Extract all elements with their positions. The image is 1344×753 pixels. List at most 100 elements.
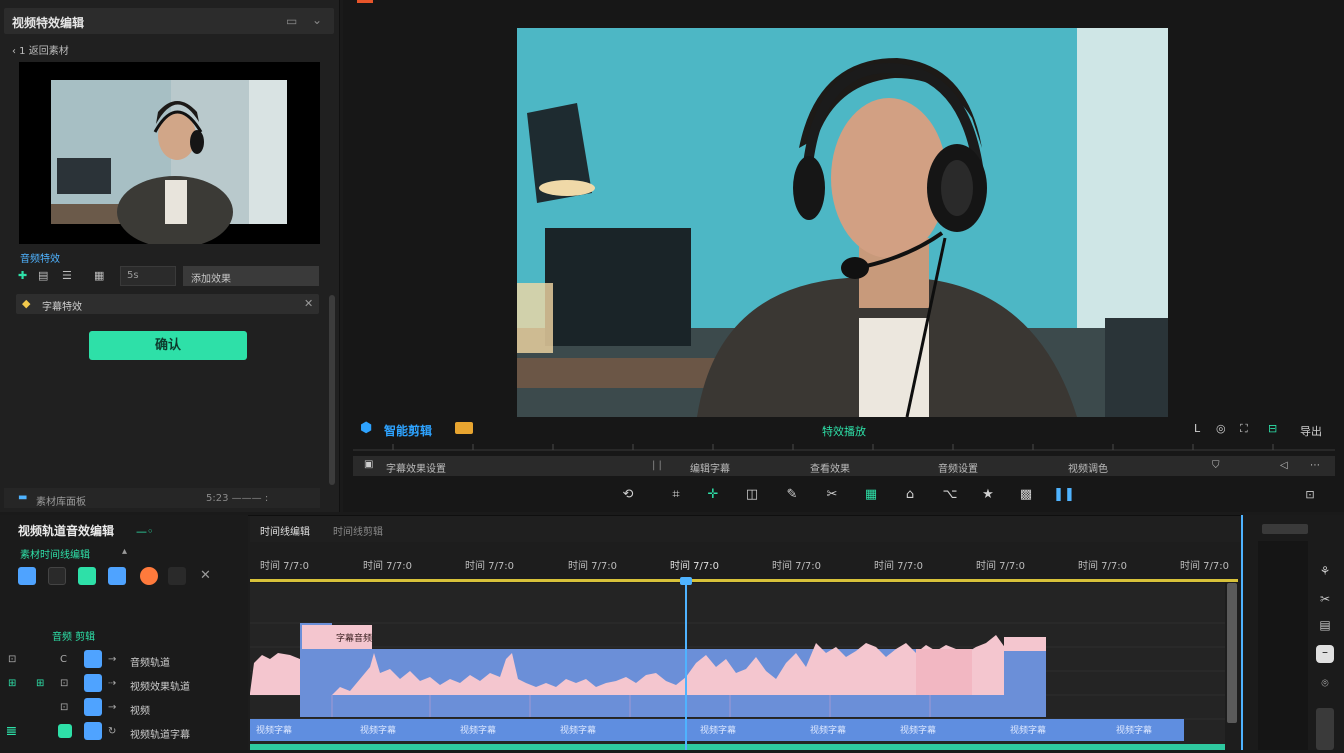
track-panel-title: 视频轨道音效编辑 [18, 524, 115, 538]
tag-icon: ◆ [22, 297, 31, 310]
subtitle-clip-label: 视频字幕 [460, 724, 496, 736]
text-chip-icon[interactable] [78, 567, 96, 585]
back-link[interactable]: ‹ 1 返回素材 [12, 42, 69, 57]
volume-icon[interactable]: ◁ [1280, 460, 1288, 471]
track-toggle-1[interactable] [84, 650, 102, 668]
split-icon[interactable]: ✛ [701, 484, 725, 506]
subtitle-clip-label: 视频字幕 [700, 724, 736, 736]
more-icon[interactable]: ⋯ [1310, 460, 1320, 471]
ratio-icon[interactable]: L [1194, 422, 1200, 435]
visible-track-icon[interactable]: ⊞ [8, 678, 16, 689]
track-panel-subtitle: 素材时间线编辑 [20, 550, 90, 561]
lock-icon[interactable]: ⛉ [1212, 460, 1220, 471]
trim-icon[interactable]: ⌥ [938, 484, 962, 506]
mark-icon[interactable]: ▦ [859, 484, 883, 506]
frame-icon[interactable]: ◫ [740, 484, 764, 506]
record-indicator [357, 0, 373, 3]
comment-icon[interactable]: ◎ [1216, 422, 1226, 435]
crop-icon[interactable]: ⌗ [664, 484, 688, 506]
edit-toolbar: ⟲ ⌗ ✛ ◫ ✎ ✂ ▦ ⌂ ⌥ ★ ▩ ❚❚ ⊡ [600, 484, 1320, 506]
playhead[interactable] [685, 578, 687, 750]
info-color-grade[interactable]: 视频调色 [1068, 460, 1108, 475]
track-row-label-1: 音频轨道 [130, 658, 170, 669]
pause-icon[interactable]: ❚❚ [1052, 484, 1076, 506]
link-track-icon[interactable]: C [60, 654, 67, 665]
tab-timeline-cut[interactable]: 时间线剪辑 [333, 523, 383, 538]
video-preview[interactable] [517, 28, 1168, 417]
timecode: 时间 7/7:0 [568, 561, 618, 572]
track-toggle-3[interactable] [84, 698, 102, 716]
star-icon[interactable]: ★ [976, 484, 1000, 506]
preview-image [517, 28, 1168, 417]
timeline-scrollbar[interactable] [1227, 583, 1237, 723]
close-track-icon[interactable]: ✕ [200, 568, 211, 583]
playhead-handle[interactable] [680, 577, 692, 585]
lock-track-icon[interactable]: ⊡ [8, 654, 16, 665]
timecode-current: 时间 7/7:0 [670, 561, 720, 572]
sliders-icon[interactable]: ☰ [62, 269, 72, 282]
info-view-effect[interactable]: 查看效果 [810, 460, 850, 475]
track-toggle-4a[interactable] [58, 724, 72, 738]
info-audio-settings[interactable]: 音频设置 [938, 460, 978, 475]
track-toggle-2[interactable] [84, 674, 102, 692]
layers-icon[interactable]: ▤ [38, 269, 48, 282]
timecode-row: 时间 7/7:0 时间 7/7:0 时间 7/7:0 时间 7/7:0 时间 7… [250, 552, 1240, 572]
add-icon[interactable]: ✚ [18, 269, 27, 282]
clip-thumbnail[interactable] [19, 62, 320, 248]
pen-icon[interactable]: ✎ [780, 484, 804, 506]
image-chip-icon[interactable] [108, 567, 126, 585]
wave-chip-icon[interactable] [48, 567, 66, 585]
collapse-icon[interactable]: ⊡ [1298, 484, 1322, 506]
timeline-tab-bar [250, 516, 1240, 542]
zoom-slider[interactable] [1316, 708, 1334, 750]
sticker-chip-icon[interactable] [140, 567, 158, 585]
confirm-button[interactable]: 确认 [89, 331, 247, 360]
section-label: 音频特效 [20, 254, 60, 265]
export-label[interactable]: 导出 [1300, 423, 1322, 439]
right-rail-tab[interactable] [1262, 524, 1308, 534]
scissor-icon[interactable]: ✂ [820, 484, 844, 506]
tab-timeline-edit[interactable]: 时间线编辑 [260, 523, 310, 538]
library-icon[interactable]: ▬ [18, 492, 27, 503]
cut-icon[interactable]: ✂ [1316, 592, 1334, 610]
chevron-down-icon[interactable]: ⌄ [312, 13, 322, 27]
close-icon[interactable]: ✕ [304, 297, 313, 310]
caret-icon[interactable]: ▴ [122, 546, 127, 557]
info-edit-subtitle[interactable]: 编辑字幕 [690, 460, 730, 475]
save-icon[interactable]: ▤ [1316, 618, 1334, 636]
toggle-icon[interactable]: —◦ [136, 525, 154, 538]
arrow-icon-4: ↻ [108, 726, 117, 737]
grid-view-icon[interactable]: ▩ [1014, 484, 1038, 506]
grid-icon[interactable]: ▦ [94, 269, 104, 282]
timeline-ruler[interactable] [250, 579, 1238, 582]
stamp-icon[interactable]: ⌂ [898, 484, 922, 506]
subtitle-track-icon[interactable]: 𝌆 [6, 724, 17, 738]
timecode: 时间 7/7:0 [976, 561, 1026, 572]
zoom-thumb-icon[interactable]: – [1316, 645, 1334, 663]
loop-icon[interactable]: ⟲ [616, 484, 640, 506]
subtitle-clip-label: 视频字幕 [1116, 724, 1152, 736]
mouse-icon[interactable]: ⌾ [1316, 676, 1334, 694]
mute-track-icon[interactable]: ⊡ [60, 678, 68, 689]
video-chip-icon[interactable] [18, 567, 36, 585]
subtitle-clip-label: 视频字幕 [810, 724, 846, 736]
smart-edit-label[interactable]: 智能剪辑 [384, 422, 432, 439]
empty-chip-icon[interactable] [168, 567, 186, 585]
duration-input[interactable]: 5s [120, 266, 176, 286]
preview-ruler[interactable] [353, 440, 1335, 452]
info-divider-icon: | | [652, 460, 662, 471]
subtitle-clip-label: 视频字幕 [1010, 724, 1046, 736]
timecode: 时间 7/7:0 [465, 561, 515, 572]
fullscreen-icon[interactable]: ⛶ [1240, 422, 1248, 436]
left-panel-scrollbar[interactable] [329, 295, 335, 485]
export-icon[interactable]: ⊟ [1268, 422, 1277, 435]
solo-track-icon[interactable]: ⊞ [36, 678, 44, 689]
info-subtitle-settings[interactable]: 字幕效果设置 [386, 460, 446, 475]
tree-icon[interactable]: ⚘ [1316, 564, 1334, 582]
minimize-icon[interactable]: ▭ [286, 14, 297, 28]
effect-dropdown[interactable]: 添加效果 [183, 266, 319, 286]
track-icon-3[interactable]: ⊡ [60, 702, 68, 713]
effect-play-label[interactable]: 特效播放 [822, 423, 866, 439]
tracks-area[interactable]: 字幕音频 视频字幕 视频字幕 视频字幕 视频字幕 视频字幕 视频字幕 视频字幕 … [250, 583, 1225, 750]
track-toggle-4[interactable] [84, 722, 102, 740]
